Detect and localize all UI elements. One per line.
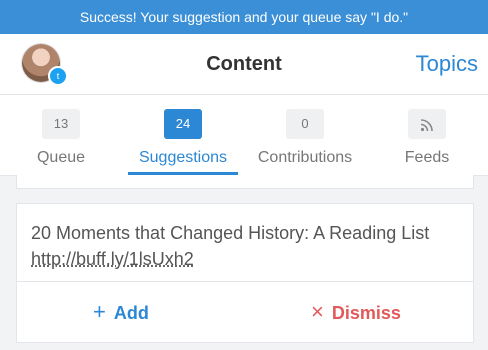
suggestion-text: 20 Moments that Changed History: A Readi…: [31, 220, 461, 272]
tab-contributions[interactable]: 0 Contributions: [244, 95, 366, 175]
topics-link[interactable]: Topics: [416, 34, 478, 94]
tab-queue[interactable]: 13 Queue: [0, 95, 122, 175]
dismiss-label: Dismiss: [331, 303, 401, 323]
success-banner: Success! Your suggestion and your queue …: [0, 0, 488, 34]
previous-card: [16, 175, 474, 189]
contributions-count-badge: 0: [286, 109, 324, 139]
suggestion-title: 20 Moments that Changed History: A Readi…: [31, 223, 430, 243]
close-icon: ×: [311, 299, 324, 324]
add-label: Add: [113, 303, 149, 323]
dismiss-button[interactable]: × Dismiss: [311, 282, 401, 342]
tab-contributions-label: Contributions: [257, 149, 353, 166]
card-actions: + Add × Dismiss: [17, 281, 473, 342]
tab-feeds[interactable]: Feeds: [366, 95, 488, 175]
tab-bar: 13 Queue 24 Suggestions 0 Contributions …: [0, 95, 488, 176]
top-bar: t Content Topics: [0, 34, 488, 95]
suggestions-count-badge: 24: [164, 109, 202, 139]
plus-icon: +: [93, 299, 106, 324]
rss-icon: [408, 109, 446, 139]
tab-queue-label: Queue: [36, 149, 86, 166]
suggestion-card: 20 Moments that Changed History: A Readi…: [16, 203, 474, 343]
queue-count-badge: 13: [42, 109, 80, 139]
suggestion-link[interactable]: http://buff.ly/1lsUxh2: [31, 249, 194, 269]
tab-suggestions[interactable]: 24 Suggestions: [122, 95, 244, 175]
tab-suggestions-label: Suggestions: [138, 149, 228, 166]
tab-feeds-label: Feeds: [404, 149, 450, 166]
add-button[interactable]: + Add: [93, 282, 149, 342]
